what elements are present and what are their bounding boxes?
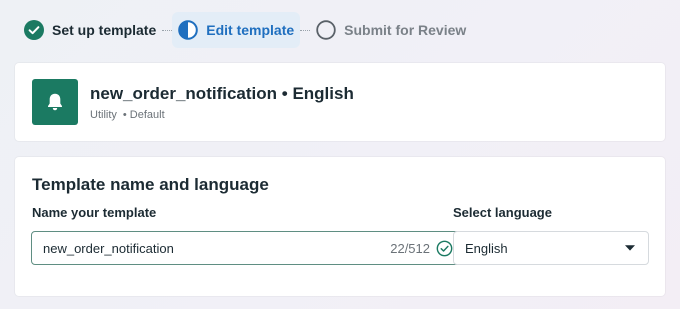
template-name-input[interactable] bbox=[43, 240, 391, 256]
empty-circle-icon bbox=[316, 20, 336, 40]
step-edit-template[interactable]: Edit template bbox=[172, 12, 301, 48]
step-set-up-template[interactable]: Set up template bbox=[18, 12, 162, 48]
half-circle-icon bbox=[178, 20, 199, 40]
template-language: English bbox=[292, 84, 354, 103]
check-circle-icon bbox=[24, 20, 44, 40]
template-meta: Utility • Default bbox=[90, 109, 165, 121]
progress-stepper: Set up template Edit template Submit for… bbox=[18, 12, 472, 48]
template-type: • Default bbox=[122, 109, 165, 121]
template-name-field[interactable]: 22/512 bbox=[31, 231, 464, 265]
caret-down-icon bbox=[624, 244, 636, 252]
section-title: Template name and language bbox=[32, 175, 269, 194]
title-separator: • bbox=[281, 84, 288, 103]
template-category: Utility bbox=[90, 109, 117, 121]
template-title: new_order_notification • English bbox=[90, 84, 354, 104]
template-name: new_order_notification bbox=[90, 84, 278, 103]
char-count: 22/512 bbox=[390, 240, 430, 256]
step-label: Set up template bbox=[52, 22, 157, 38]
check-circle-outline-icon bbox=[436, 240, 453, 257]
step-label: Submit for Review bbox=[344, 22, 467, 38]
step-connector bbox=[162, 29, 173, 31]
language-select-value: English bbox=[465, 240, 508, 256]
template-header-card: new_order_notification • English Utility… bbox=[15, 63, 665, 141]
step-label: Edit template bbox=[206, 22, 295, 38]
step-submit-for-review[interactable]: Submit for Review bbox=[310, 12, 472, 48]
name-field-label: Name your template bbox=[32, 205, 157, 220]
language-select[interactable]: English bbox=[453, 231, 649, 265]
language-field-label: Select language bbox=[453, 205, 552, 220]
bell-icon bbox=[32, 79, 78, 125]
name-language-card: Template name and language Name your tem… bbox=[15, 157, 665, 296]
step-connector bbox=[300, 29, 311, 31]
